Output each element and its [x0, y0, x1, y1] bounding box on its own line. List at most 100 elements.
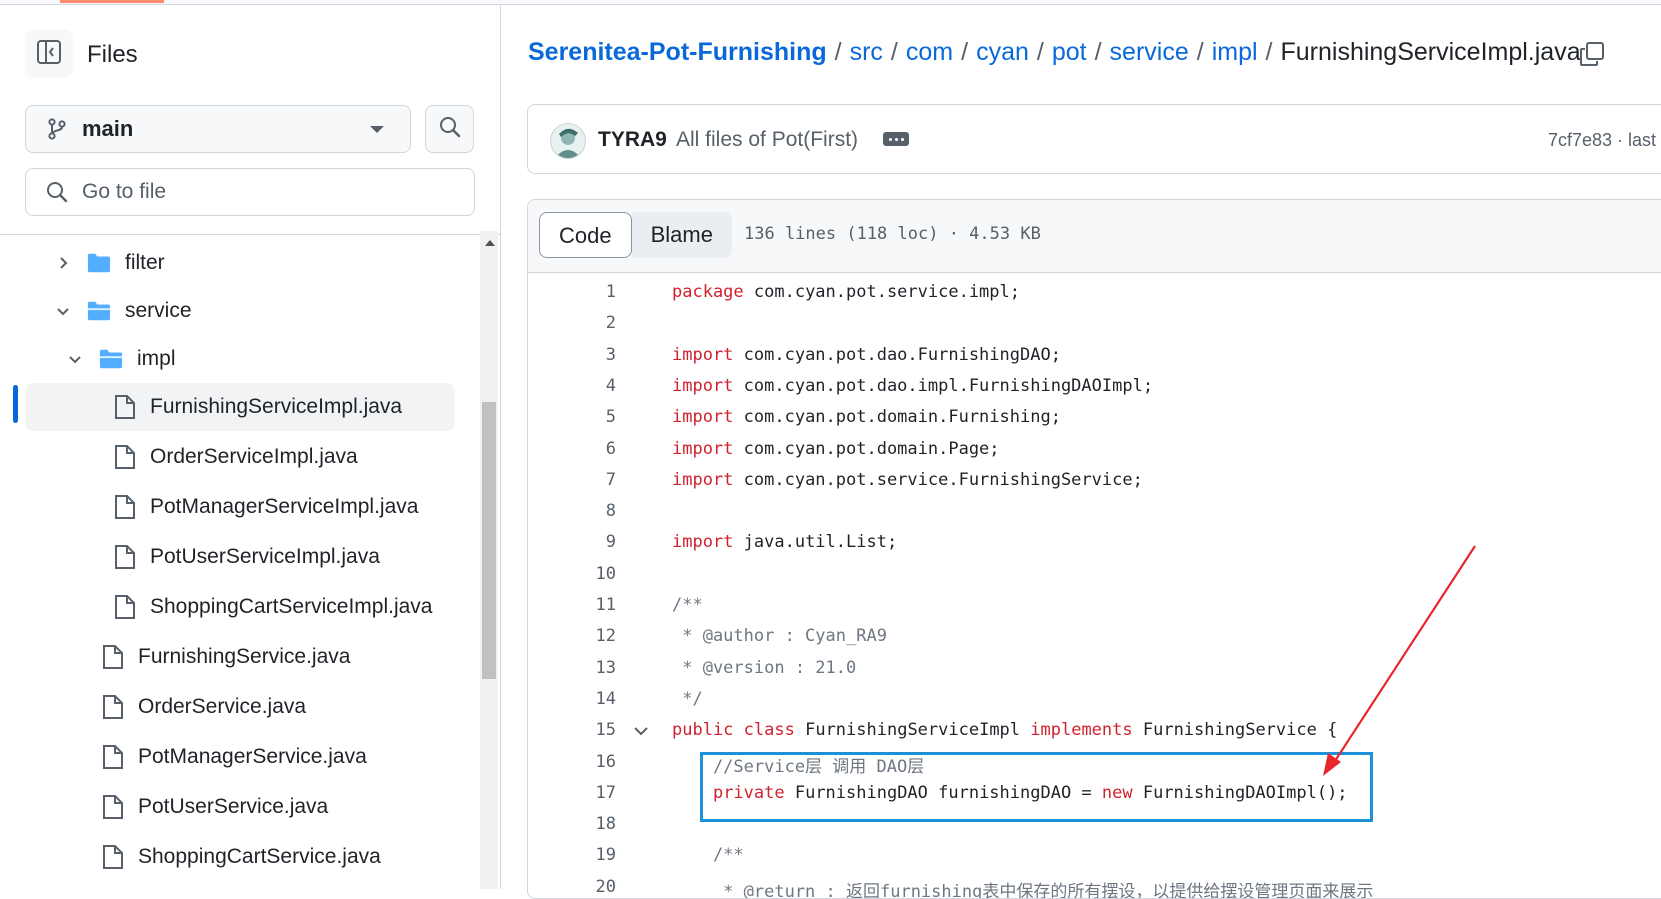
breadcrumb-link-impl[interactable]: impl — [1212, 38, 1258, 67]
line-number[interactable]: 13 — [528, 658, 616, 678]
line-number[interactable]: 3 — [528, 345, 616, 365]
file-info: 136 lines (118 loc) · 4.53 KB — [744, 224, 1041, 244]
code-line: 10 — [528, 559, 1661, 590]
tree-item-label: PotManagerServiceImpl.java — [150, 495, 419, 518]
code-line: 11 /** — [528, 590, 1661, 621]
line-number[interactable]: 19 — [528, 845, 616, 865]
line-number[interactable]: 16 — [528, 752, 616, 772]
code-line: 1 package com.cyan.pot.service.impl; — [528, 277, 1661, 308]
line-number[interactable]: 17 — [528, 783, 616, 803]
branch-selector[interactable]: main — [25, 105, 411, 153]
folder-icon — [87, 250, 111, 276]
tree-item-shoppingcartservice[interactable]: ShoppingCartService.java — [25, 833, 455, 881]
code-token: java.util.List; — [733, 532, 898, 553]
active-file-indicator — [13, 385, 18, 423]
code-keyword: import — [672, 407, 734, 428]
tree-item-potmanagerserviceimpl[interactable]: PotManagerServiceImpl.java — [25, 483, 455, 531]
line-number[interactable]: 4 — [528, 376, 616, 396]
tree-item-label: filter — [125, 251, 165, 274]
code-text: import java.util.List; — [672, 532, 897, 552]
line-number[interactable]: 15 — [528, 720, 616, 740]
code-text: import com.cyan.pot.service.FurnishingSe… — [672, 470, 1143, 490]
file-icon — [101, 744, 125, 770]
tree-item-impl[interactable]: impl — [25, 335, 455, 383]
search-icon — [438, 115, 462, 144]
code-text: /** — [672, 845, 744, 865]
fold-chevron-down-icon[interactable] — [632, 722, 650, 740]
line-number[interactable]: 8 — [528, 501, 616, 521]
git-branch-icon — [44, 116, 70, 142]
tree-item-label: service — [125, 299, 192, 322]
tree-item-label: FurnishingService.java — [138, 645, 351, 668]
sidebar-scrollbar-thumb[interactable] — [482, 402, 496, 679]
search-button[interactable] — [425, 105, 474, 153]
breadcrumb-separator: / — [1196, 38, 1204, 66]
breadcrumb-link-cyan[interactable]: cyan — [976, 38, 1029, 67]
line-number[interactable]: 20 — [528, 877, 616, 897]
breadcrumb-link-src[interactable]: src — [850, 38, 883, 67]
line-number[interactable]: 10 — [528, 564, 616, 584]
tree-item-orderserviceimpl[interactable]: OrderServiceImpl.java — [25, 433, 455, 481]
code-token: com.cyan.pot.domain.Furnishing; — [733, 407, 1061, 428]
code-token: com.cyan.pot.domain.Page; — [733, 438, 1000, 459]
chevron-down-icon[interactable] — [53, 301, 73, 321]
tree-item-service[interactable]: service — [25, 287, 455, 335]
code-text: * @author : Cyan_RA9 — [672, 626, 887, 646]
breadcrumb-current-file: FurnishingServiceImpl.java — [1280, 38, 1581, 66]
search-icon — [44, 179, 70, 205]
avatar[interactable] — [550, 123, 586, 159]
code-tab-button[interactable]: Code — [539, 212, 632, 258]
file-viewer-header: Code Blame 136 lines (118 loc) · 4.53 KB — [528, 200, 1661, 273]
line-number[interactable]: 7 — [528, 470, 616, 490]
tree-item-potuserservice[interactable]: PotUserService.java — [25, 783, 455, 831]
breadcrumb-repo-link[interactable]: Serenitea-Pot-Furnishing — [528, 38, 827, 67]
sidebar-collapse-button[interactable] — [25, 30, 73, 78]
tree-item-potuserserviceimpl[interactable]: PotUserServiceImpl.java — [25, 533, 455, 581]
file-icon — [113, 394, 137, 420]
code-line: 20 * @return : 返回furnishing表中保存的所有摆设，以提供… — [528, 872, 1661, 898]
line-number[interactable]: 1 — [528, 282, 616, 302]
tree-item-label: PotManagerService.java — [138, 745, 367, 768]
copy-path-button[interactable] — [1578, 41, 1606, 70]
breadcrumb-link-service[interactable]: service — [1110, 38, 1189, 67]
code-line: 4 import com.cyan.pot.dao.impl.Furnishing… — [528, 371, 1661, 402]
line-number[interactable]: 9 — [528, 532, 616, 552]
go-to-file-input[interactable]: Go to file — [25, 168, 475, 216]
breadcrumb-link-com[interactable]: com — [906, 38, 953, 67]
code-token: com.cyan.pot.dao.FurnishingDAO; — [733, 344, 1061, 365]
tree-item-orderservice[interactable]: OrderService.java — [25, 683, 455, 731]
line-number[interactable]: 2 — [528, 313, 616, 333]
line-number[interactable]: 14 — [528, 689, 616, 709]
breadcrumb-separator: / — [1265, 38, 1273, 66]
line-number[interactable]: 11 — [528, 595, 616, 615]
blame-tab-button[interactable]: Blame — [631, 212, 732, 258]
breadcrumb-link-pot[interactable]: pot — [1052, 38, 1087, 67]
code-keyword: import — [672, 469, 734, 490]
tree-item-filter[interactable]: filter — [25, 239, 455, 287]
line-number[interactable]: 12 — [528, 626, 616, 646]
code-keyword: import — [672, 344, 734, 365]
code-line: 6 import com.cyan.pot.domain.Page; — [528, 434, 1661, 465]
code-text: /** — [672, 595, 703, 615]
scroll-up-arrow-icon[interactable] — [485, 240, 495, 246]
tree-item-furnishingservice[interactable]: FurnishingService.java — [25, 633, 455, 681]
tree-item-shoppingcartserviceimpl[interactable]: ShoppingCartServiceImpl.java — [25, 583, 455, 631]
line-number[interactable]: 5 — [528, 407, 616, 427]
code-line: 8 — [528, 496, 1661, 527]
tree-item-furnishingserviceimpl[interactable]: FurnishingServiceImpl.java — [25, 383, 455, 431]
line-number[interactable]: 6 — [528, 439, 616, 459]
code-token: FurnishingService { — [1132, 720, 1338, 741]
commit-details-ellipsis-icon[interactable] — [883, 132, 909, 146]
tree-item-potmanagerservice[interactable]: PotManagerService.java — [25, 733, 455, 781]
file-icon — [101, 844, 125, 870]
tree-item-label: impl — [137, 347, 176, 370]
breadcrumb-separator: / — [834, 38, 842, 66]
line-number[interactable]: 18 — [528, 814, 616, 834]
commit-author-link[interactable]: TYRA9 — [598, 128, 667, 152]
breadcrumb-separator: / — [1094, 38, 1102, 66]
sidebar-collapse-icon — [36, 39, 62, 70]
chevron-down-icon[interactable] — [65, 349, 85, 369]
commit-message-link[interactable]: All files of Pot(First) — [676, 128, 858, 152]
chevron-right-icon[interactable] — [53, 253, 73, 273]
commit-hash-link[interactable]: 7cf7e83 · last — [1548, 130, 1656, 151]
